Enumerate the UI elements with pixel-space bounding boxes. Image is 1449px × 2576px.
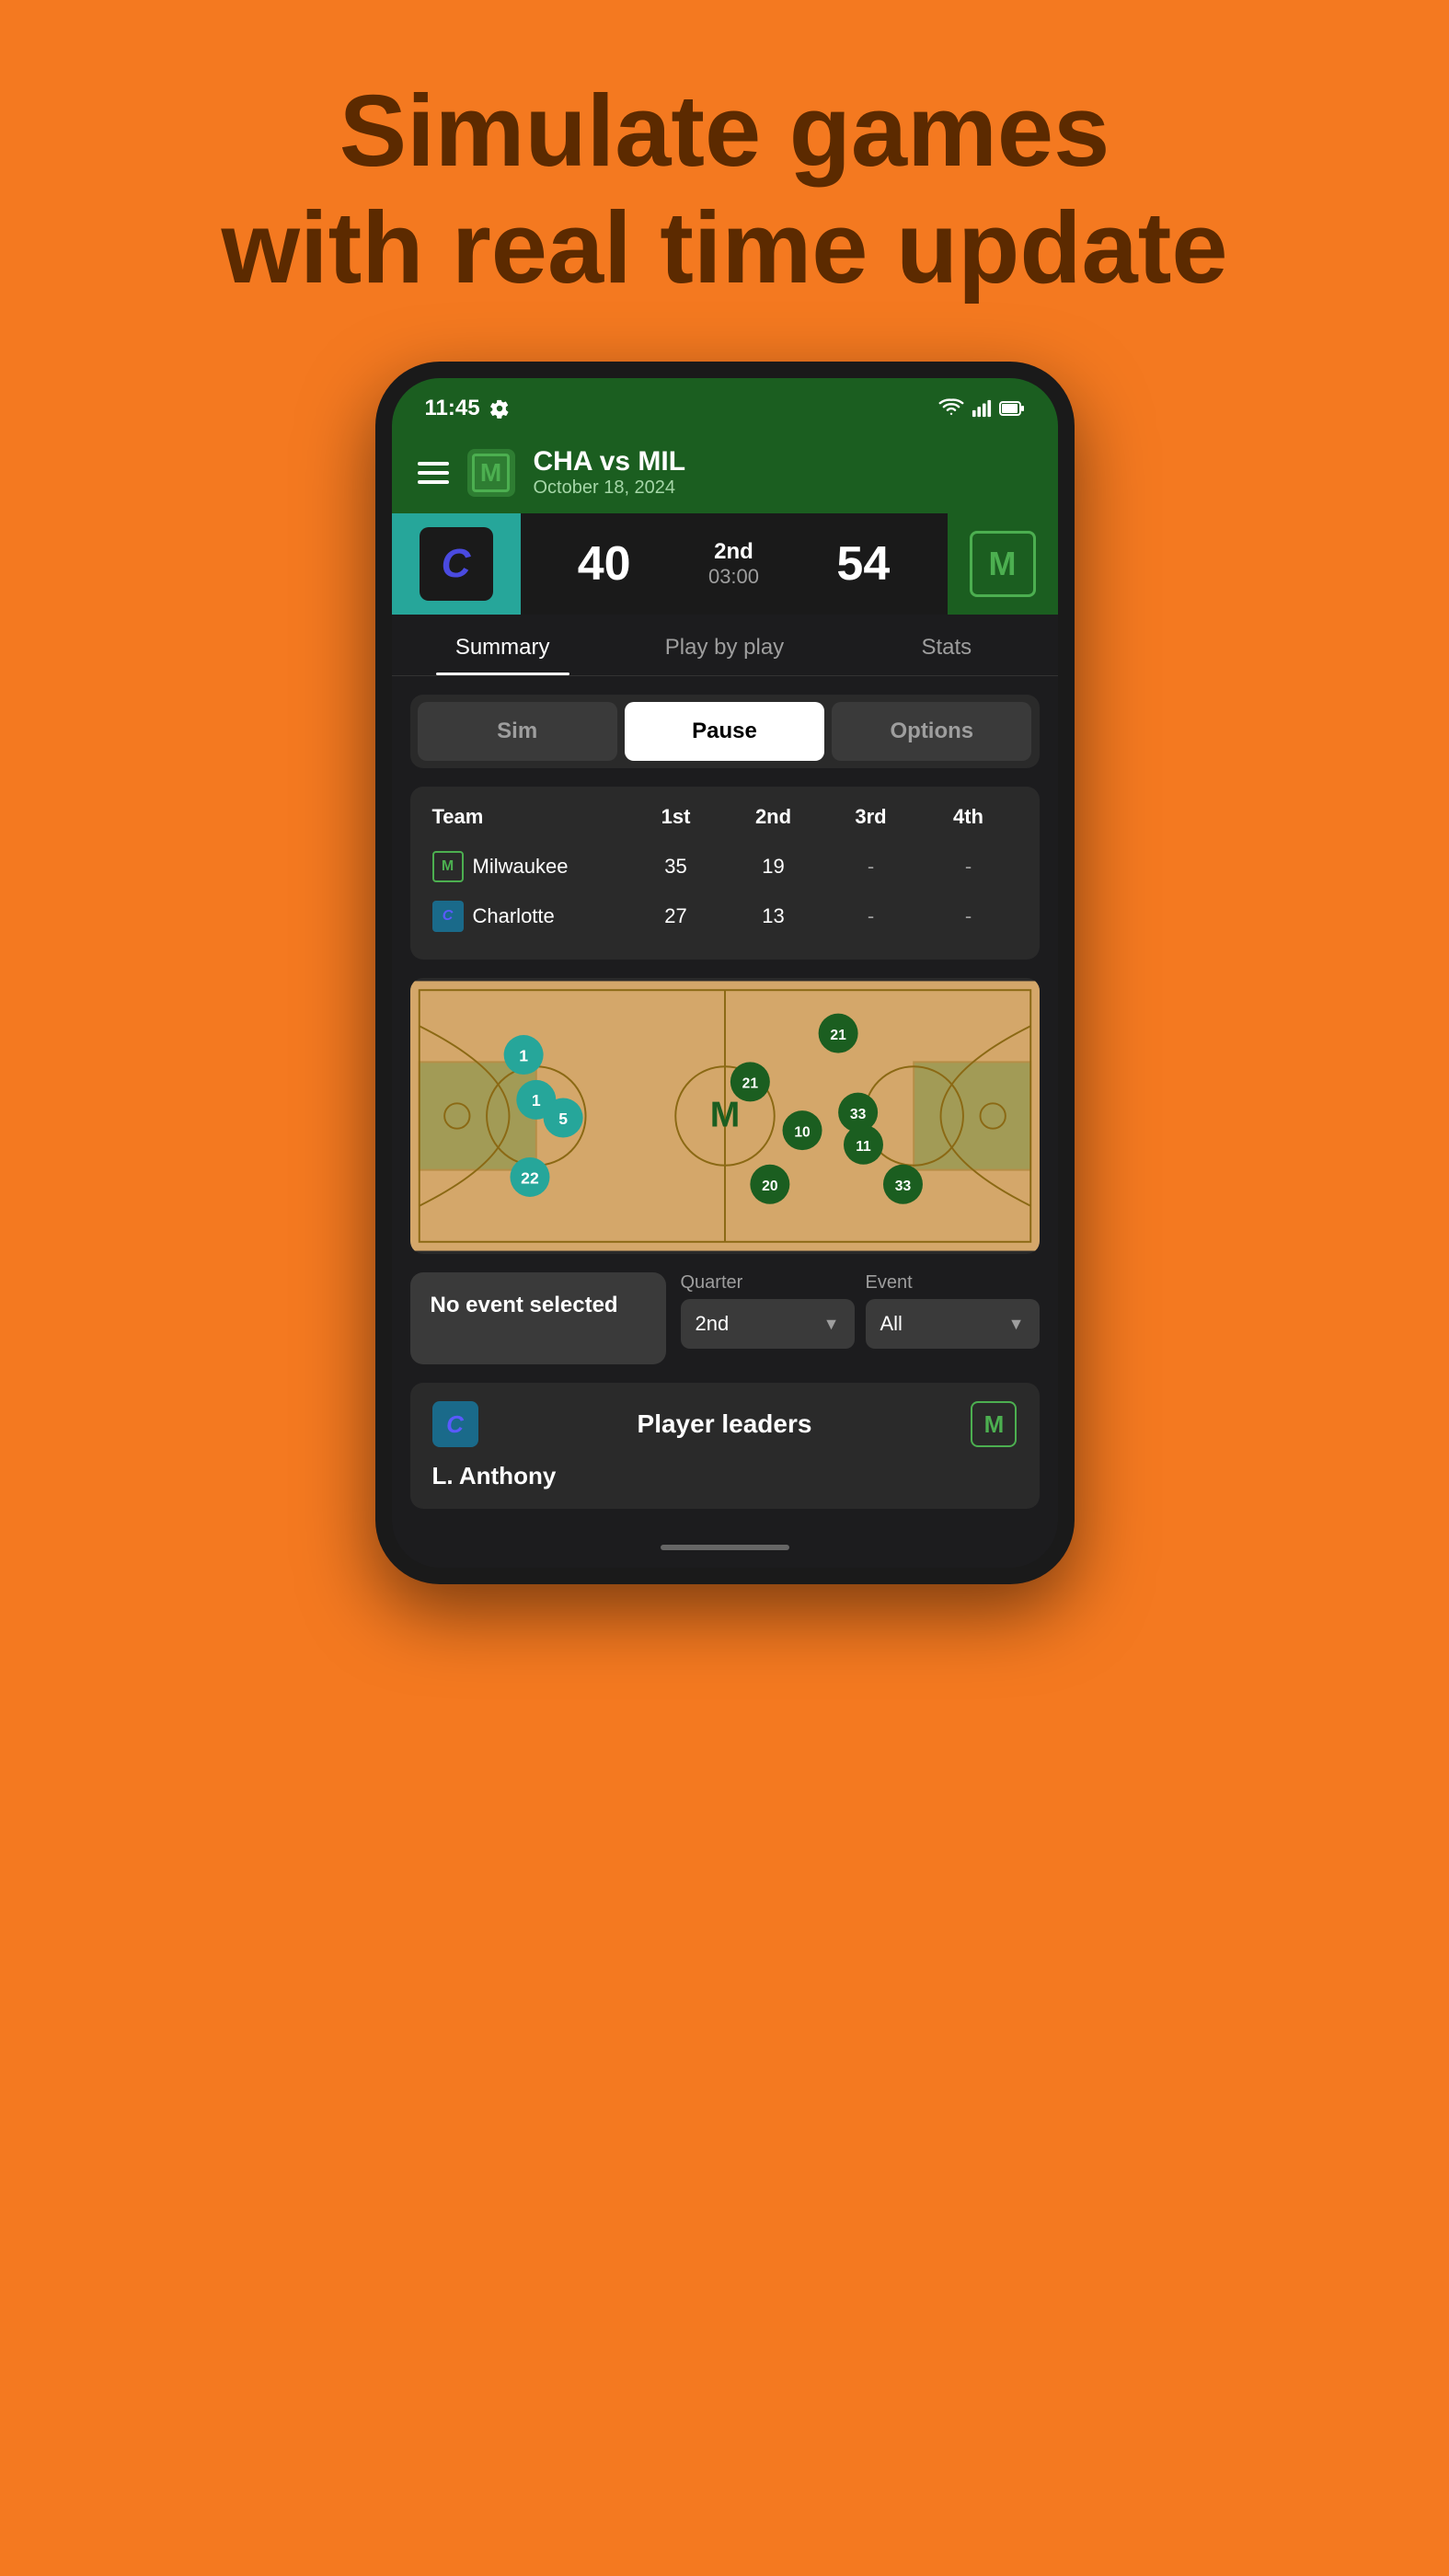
cha-badge: C <box>432 901 464 932</box>
svg-text:22: 22 <box>521 1168 539 1187</box>
signal-icon <box>972 398 992 419</box>
options-button[interactable]: Options <box>832 702 1031 761</box>
mil-badge: M <box>432 851 464 882</box>
chevron-down-icon: ▼ <box>823 1315 840 1334</box>
phone-mockup: 11:45 <box>0 362 1449 1584</box>
leaders-charlotte-logo: C <box>432 1401 478 1447</box>
quarter-filter: Quarter 2nd ▼ <box>681 1272 855 1349</box>
battery-icon <box>999 399 1025 418</box>
matchup-title: CHA vs MIL <box>534 446 1032 477</box>
filters-box: Quarter 2nd ▼ Event All ▼ <box>681 1272 1040 1349</box>
team-cell-mil: M Milwaukee <box>432 851 627 882</box>
team-cell-cha: C Charlotte <box>432 901 627 932</box>
pause-button[interactable]: Pause <box>625 702 824 761</box>
game-time: 03:00 <box>708 565 759 589</box>
player-leaders-section: C Player leaders M L. Anthony <box>410 1383 1040 1509</box>
svg-text:21: 21 <box>830 1028 846 1043</box>
charlotte-logo: C <box>420 527 493 601</box>
basketball-court: M <box>410 978 1040 1254</box>
milwaukee-logo: M <box>970 531 1036 597</box>
svg-text:33: 33 <box>849 1107 866 1122</box>
header-team-logo: M <box>467 449 515 497</box>
svg-text:5: 5 <box>558 1110 568 1128</box>
page-title-line1: Simulate games with real time update <box>0 74 1449 306</box>
home-score: 40 <box>578 536 631 592</box>
event-select[interactable]: All ▼ <box>866 1299 1040 1349</box>
svg-text:20: 20 <box>762 1179 778 1194</box>
table-row-milwaukee: M Milwaukee 35 19 - - <box>432 842 1018 891</box>
status-bar: 11:45 <box>392 378 1058 431</box>
sim-button[interactable]: Sim <box>418 702 617 761</box>
sim-controls: Sim Pause Options <box>410 695 1040 768</box>
hamburger-menu[interactable] <box>418 462 449 484</box>
leaders-header: C Player leaders M <box>432 1401 1018 1447</box>
gear-icon <box>489 398 510 419</box>
event-filter-section: No event selected Quarter 2nd ▼ Event <box>410 1272 1040 1364</box>
team-left-logo: C <box>392 513 521 615</box>
away-score: 54 <box>836 536 890 592</box>
tab-stats[interactable]: Stats <box>835 615 1057 675</box>
filter-row: Quarter 2nd ▼ Event All ▼ <box>681 1272 1040 1349</box>
svg-text:M: M <box>709 1096 740 1135</box>
app-header: M CHA vs MIL October 18, 2024 <box>392 431 1058 513</box>
svg-text:10: 10 <box>794 1124 811 1140</box>
no-event-text: No event selected <box>431 1291 646 1319</box>
court-svg: M <box>410 978 1040 1254</box>
match-date: October 18, 2024 <box>534 477 1032 499</box>
svg-text:33: 33 <box>894 1179 911 1194</box>
quarter-label: 2nd <box>708 539 759 565</box>
event-filter-group: Event All ▼ <box>866 1272 1040 1349</box>
wifi-icon <box>938 398 964 419</box>
home-indicator <box>392 1527 1058 1568</box>
score-center: 40 2nd 03:00 54 <box>521 513 948 615</box>
table-header: Team 1st 2nd 3rd 4th <box>432 805 1018 842</box>
score-section: C 40 2nd 03:00 54 M <box>392 513 1058 615</box>
phone-frame: 11:45 <box>375 362 1075 1584</box>
player-name: L. Anthony <box>432 1462 1018 1490</box>
phone-screen: 11:45 <box>392 378 1058 1568</box>
no-event-box: No event selected <box>410 1272 666 1364</box>
quarter-select[interactable]: 2nd ▼ <box>681 1299 855 1349</box>
status-time: 11:45 <box>425 396 480 421</box>
status-time-area: 11:45 <box>425 396 510 421</box>
tabs-bar: Summary Play by play Stats <box>392 615 1058 676</box>
chevron-down-icon-2: ▼ <box>1008 1315 1025 1334</box>
score-table: Team 1st 2nd 3rd 4th M Milwaukee 35 19 -… <box>410 787 1040 960</box>
svg-text:1: 1 <box>531 1091 540 1110</box>
header-info: CHA vs MIL October 18, 2024 <box>534 446 1032 499</box>
event-label: Event <box>866 1272 1040 1294</box>
page-header: Simulate games with real time update <box>0 0 1449 362</box>
tab-play-by-play[interactable]: Play by play <box>614 615 835 675</box>
quarter-value: 2nd <box>696 1312 730 1336</box>
event-value: All <box>880 1312 903 1336</box>
table-row-charlotte: C Charlotte 27 13 - - <box>432 891 1018 941</box>
quarter-label: Quarter <box>681 1272 855 1294</box>
tab-summary[interactable]: Summary <box>392 615 614 675</box>
svg-text:1: 1 <box>519 1046 528 1064</box>
score-middle-info: 2nd 03:00 <box>708 539 759 589</box>
svg-text:21: 21 <box>742 1076 758 1092</box>
svg-text:11: 11 <box>856 1139 871 1155</box>
status-icons <box>938 398 1025 419</box>
home-bar <box>661 1545 789 1550</box>
team-right-logo: M <box>948 513 1058 615</box>
leaders-milwaukee-logo: M <box>971 1401 1017 1447</box>
leaders-title: Player leaders <box>638 1409 812 1439</box>
